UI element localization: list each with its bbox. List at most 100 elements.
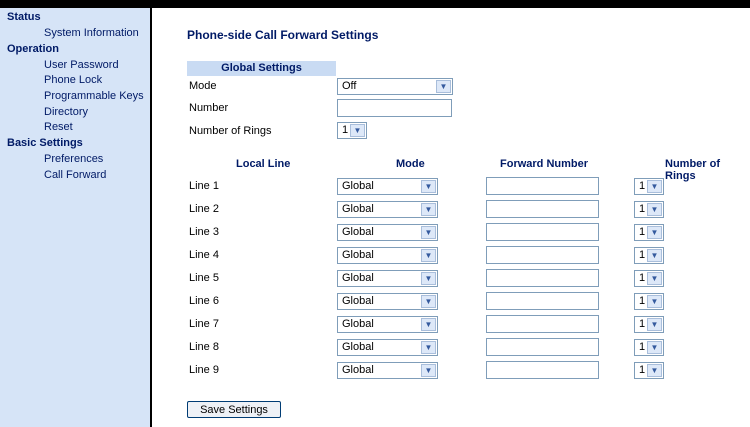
chevron-down-icon: ▼ (421, 226, 436, 239)
line-mode-select[interactable]: Global ▼ (337, 339, 438, 356)
sidebar-item-reset[interactable]: Reset (44, 121, 73, 133)
line-rings-select[interactable]: 1 ▼ (634, 270, 664, 287)
line-mode-value: Global (342, 272, 374, 284)
chevron-down-icon: ▼ (421, 318, 436, 331)
chevron-down-icon: ▼ (421, 295, 436, 308)
column-header-mode: Mode (396, 158, 425, 170)
sidebar-heading-status: Status (7, 11, 41, 23)
line-rings-select[interactable]: 1 ▼ (634, 178, 664, 195)
line-label: Line 2 (189, 203, 219, 215)
line-rings-select[interactable]: 1 ▼ (634, 293, 664, 310)
chevron-down-icon: ▼ (647, 249, 662, 262)
global-rings-value: 1 (342, 124, 349, 136)
chevron-down-icon: ▼ (647, 226, 662, 239)
sidebar-item-user-password[interactable]: User Password (44, 59, 119, 71)
chevron-down-icon: ▼ (647, 364, 662, 377)
chevron-down-icon: ▼ (421, 272, 436, 285)
column-header-local-line: Local Line (236, 158, 291, 170)
forward-number-input[interactable] (486, 292, 599, 310)
chevron-down-icon: ▼ (647, 341, 662, 354)
line-mode-select[interactable]: Global ▼ (337, 224, 438, 241)
line-mode-value: Global (342, 295, 374, 307)
forward-number-input[interactable] (486, 315, 599, 333)
column-header-forward-number: Forward Number (500, 158, 589, 170)
line-rings-select[interactable]: 1 ▼ (634, 224, 664, 241)
sidebar-item-directory[interactable]: Directory (44, 106, 88, 118)
chevron-down-icon: ▼ (647, 180, 662, 193)
chevron-down-icon: ▼ (647, 295, 662, 308)
sidebar-item-preferences[interactable]: Preferences (44, 153, 103, 165)
line-rings-value: 1 (639, 272, 646, 284)
line-mode-select[interactable]: Global ▼ (337, 178, 438, 195)
chevron-down-icon: ▼ (421, 364, 436, 377)
forward-number-input[interactable] (486, 246, 599, 264)
line-label: Line 6 (189, 295, 219, 307)
chevron-down-icon: ▼ (421, 341, 436, 354)
global-number-input[interactable] (337, 99, 452, 117)
line-rings-select[interactable]: 1 ▼ (634, 362, 664, 379)
line-rings-value: 1 (639, 203, 646, 215)
global-rings-label: Number of Rings (189, 125, 272, 137)
global-number-label: Number (189, 102, 229, 114)
line-rings-value: 1 (639, 249, 646, 261)
global-settings-header: Global Settings (187, 61, 336, 76)
line-mode-select[interactable]: Global ▼ (337, 247, 438, 264)
line-mode-value: Global (342, 203, 374, 215)
sidebar-heading-operation: Operation (7, 43, 59, 55)
sidebar-item-phone-lock[interactable]: Phone Lock (44, 74, 102, 86)
global-mode-select[interactable]: Off ▼ (337, 78, 453, 95)
line-label: Line 4 (189, 249, 219, 261)
line-rings-select[interactable]: 1 ▼ (634, 316, 664, 333)
chevron-down-icon: ▼ (421, 180, 436, 193)
top-bar (0, 0, 750, 8)
line-mode-select[interactable]: Global ▼ (337, 362, 438, 379)
chevron-down-icon: ▼ (647, 272, 662, 285)
global-mode-value: Off (342, 80, 357, 92)
line-mode-value: Global (342, 249, 374, 261)
line-label: Line 3 (189, 226, 219, 238)
line-rings-value: 1 (639, 295, 646, 307)
page-title: Phone-side Call Forward Settings (187, 28, 379, 42)
line-rings-value: 1 (639, 226, 646, 238)
main-content: Phone-side Call Forward Settings Global … (154, 8, 750, 427)
global-rings-select[interactable]: 1 ▼ (337, 122, 367, 139)
column-header-number-of-rings: Number of Rings (665, 158, 720, 182)
line-mode-value: Global (342, 341, 374, 353)
line-mode-value: Global (342, 318, 374, 330)
line-rings-select[interactable]: 1 ▼ (634, 201, 664, 218)
forward-number-input[interactable] (486, 177, 599, 195)
line-label: Line 5 (189, 272, 219, 284)
forward-number-input[interactable] (486, 269, 599, 287)
sidebar-heading-basic-settings: Basic Settings (7, 137, 83, 149)
line-rings-select[interactable]: 1 ▼ (634, 339, 664, 356)
line-mode-select[interactable]: Global ▼ (337, 270, 438, 287)
forward-number-input[interactable] (486, 361, 599, 379)
forward-number-input[interactable] (486, 200, 599, 218)
sidebar-item-system-information[interactable]: System Information (44, 27, 139, 39)
line-mode-value: Global (342, 180, 374, 192)
sidebar-item-call-forward[interactable]: Call Forward (44, 169, 106, 181)
forward-number-input[interactable] (486, 223, 599, 241)
chevron-down-icon: ▼ (350, 124, 365, 137)
save-settings-button[interactable]: Save Settings (187, 401, 281, 418)
line-label: Line 1 (189, 180, 219, 192)
chevron-down-icon: ▼ (436, 80, 451, 93)
line-rings-value: 1 (639, 318, 646, 330)
line-rings-select[interactable]: 1 ▼ (634, 247, 664, 264)
line-rings-value: 1 (639, 341, 646, 353)
line-mode-select[interactable]: Global ▼ (337, 293, 438, 310)
line-mode-select[interactable]: Global ▼ (337, 201, 438, 218)
line-label: Line 9 (189, 364, 219, 376)
line-mode-value: Global (342, 364, 374, 376)
line-label: Line 8 (189, 341, 219, 353)
forward-number-input[interactable] (486, 338, 599, 356)
line-label: Line 7 (189, 318, 219, 330)
chevron-down-icon: ▼ (421, 203, 436, 216)
line-rings-value: 1 (639, 364, 646, 376)
line-mode-select[interactable]: Global ▼ (337, 316, 438, 333)
line-mode-value: Global (342, 226, 374, 238)
global-mode-label: Mode (189, 80, 217, 92)
sidebar-item-programmable-keys[interactable]: Programmable Keys (44, 90, 144, 102)
chevron-down-icon: ▼ (647, 203, 662, 216)
chevron-down-icon: ▼ (421, 249, 436, 262)
